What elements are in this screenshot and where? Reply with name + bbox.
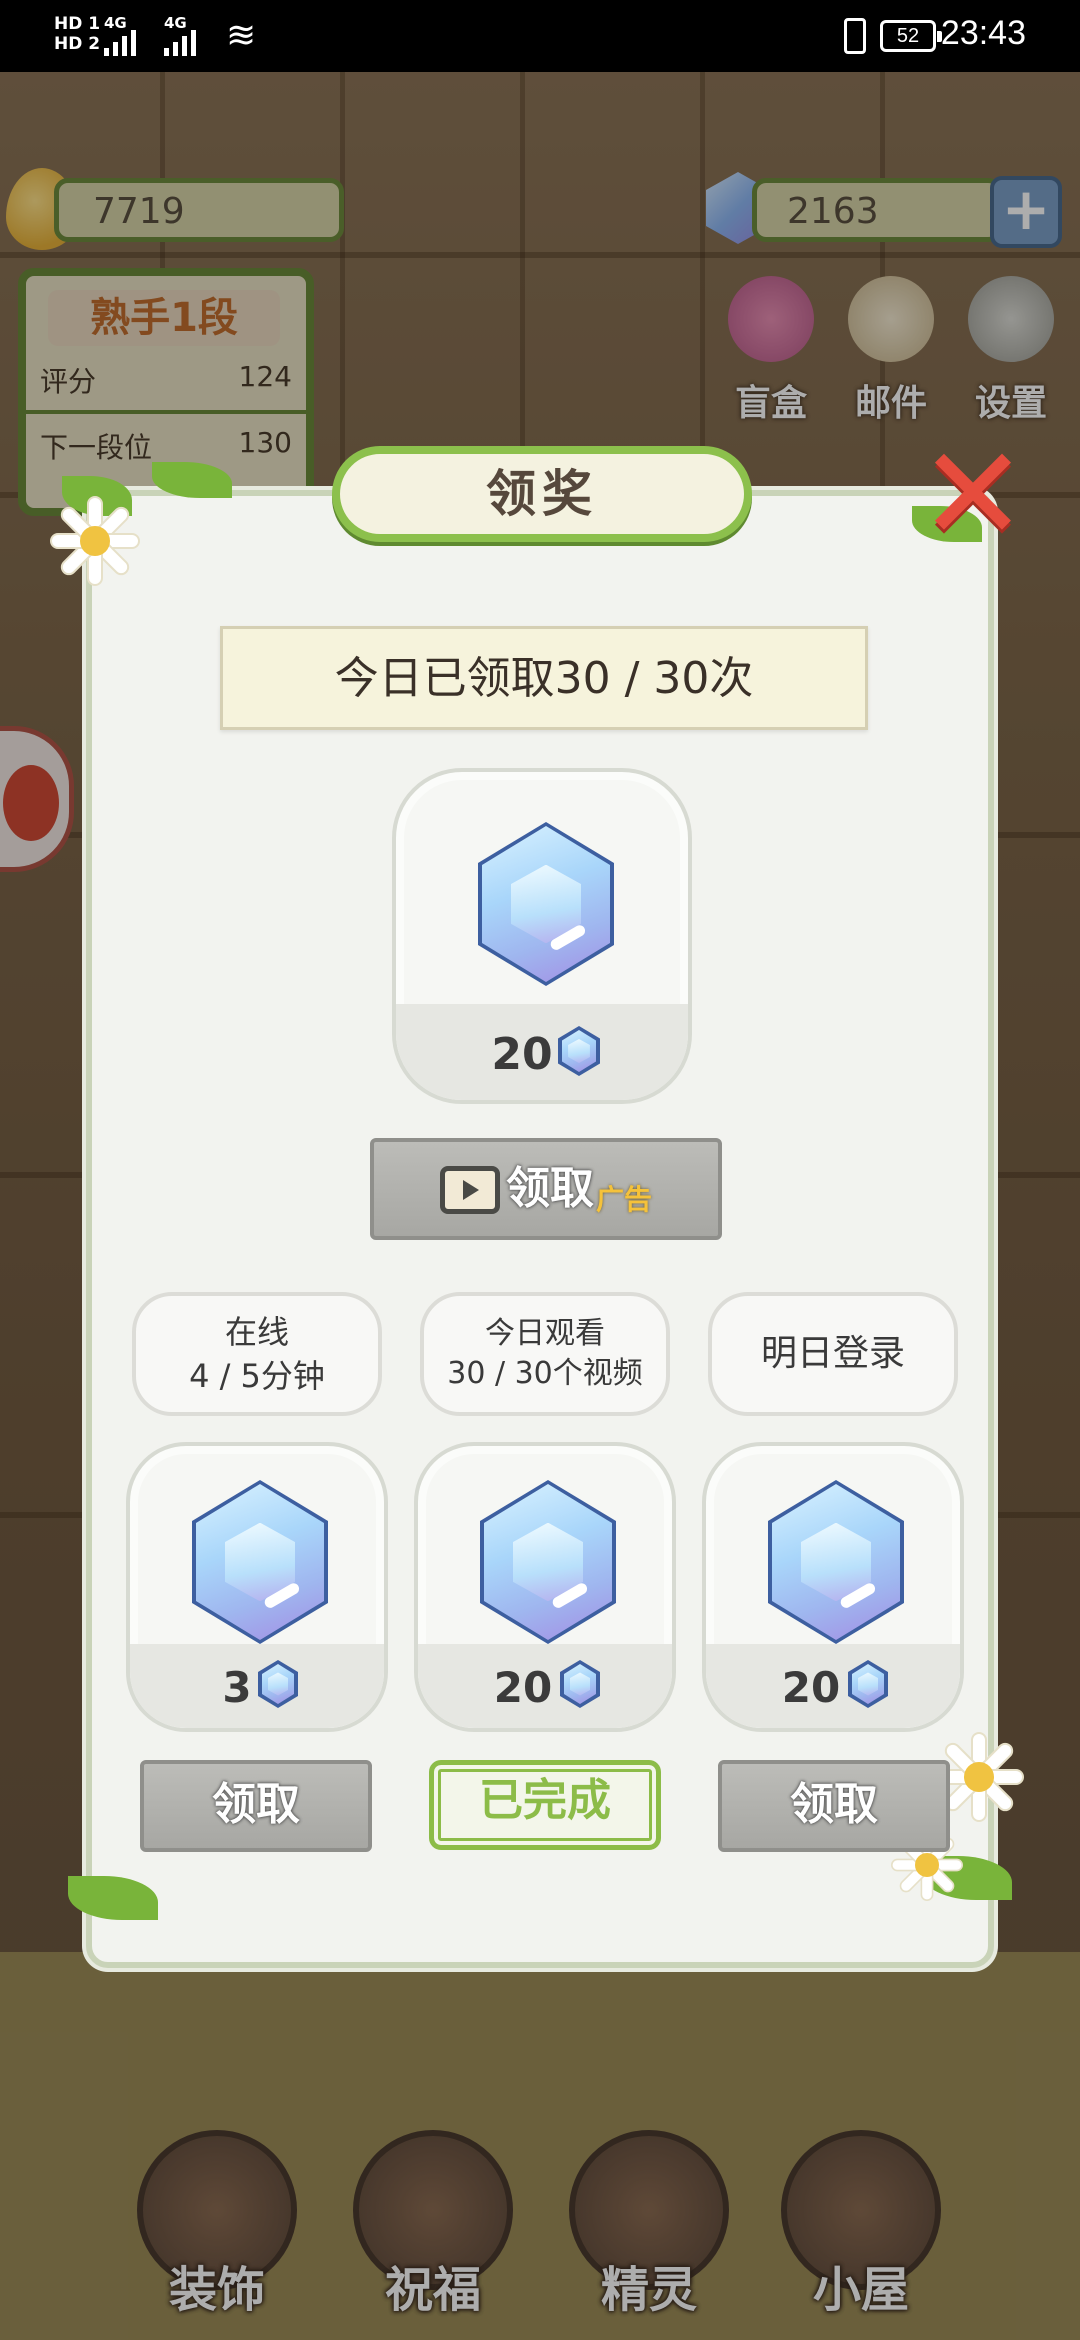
task-videos-title: 今日观看 <box>485 1316 605 1351</box>
claim-login-button[interactable]: 领取 <box>718 1760 950 1852</box>
sim2-label: HD 2 <box>54 34 101 54</box>
claim-online-button[interactable]: 领取 <box>140 1760 372 1852</box>
task-online-progress: 4 / 5分钟 <box>189 1357 325 1395</box>
wifi-icon: ≋ <box>226 15 257 56</box>
task-videos-reward-card: 20 <box>414 1442 676 1732</box>
sim-indicator: HD 1 HD 2 <box>54 14 100 54</box>
sim1-label: HD 1 <box>54 14 101 34</box>
gem-icon <box>192 1480 328 1644</box>
watch-ad-claim-button[interactable]: 领取 广告 <box>370 1138 722 1240</box>
videos-completed-button: 已完成 <box>429 1760 661 1850</box>
signal-bars-1-icon <box>104 30 136 56</box>
task-login-reward-amount: 20 <box>781 1663 841 1712</box>
main-reward-card: 20 <box>392 768 692 1104</box>
ad-tag: 广告 <box>596 1183 653 1216</box>
daisy-icon <box>50 496 140 586</box>
battery-icon: 52 <box>880 20 942 52</box>
task-videos-reward-amount: 20 <box>493 1663 553 1712</box>
close-button[interactable]: ✕ <box>918 429 1028 559</box>
task-watch-videos: 今日观看 30 / 30个视频 <box>420 1292 670 1416</box>
vibrate-icon <box>844 18 866 54</box>
dialog-title: 领奖 <box>486 465 598 523</box>
signal-bars-2-icon <box>164 30 196 56</box>
task-tomorrow-login: 明日登录 <box>708 1292 958 1416</box>
tv-icon <box>440 1166 500 1214</box>
task-online-reward-card: 3 <box>126 1442 388 1732</box>
task-online: 在线 4 / 5分钟 <box>132 1292 382 1416</box>
daily-claim-banner: 今日已领取30 / 30次 <box>220 626 868 730</box>
daily-claim-status: 今日已领取30 / 30次 <box>334 653 754 704</box>
reward-dialog: 领奖 ✕ 今日已领取30 / 30次 20 领取 广告 在线 4 / 5分钟 今… <box>50 429 1027 1968</box>
task-videos-progress: 30 / 30个视频 <box>447 1356 643 1391</box>
task-online-reward-amount: 3 <box>222 1663 252 1712</box>
clock: 23:43 <box>940 14 1026 52</box>
status-bar: HD 1 HD 2 4G 4G ≋ 52 23:43 <box>0 0 1080 72</box>
gem-icon <box>768 1480 904 1644</box>
task-login-reward-card: 20 <box>702 1442 964 1732</box>
gem-icon <box>478 822 614 986</box>
gem-icon <box>480 1480 616 1644</box>
ad-claim-label: 领取 <box>506 1163 594 1214</box>
task-login-title: 明日登录 <box>760 1333 905 1374</box>
task-online-title: 在线 <box>224 1313 289 1351</box>
main-reward-amount: 20 <box>491 1029 553 1080</box>
dialog-title-plate: 领奖 <box>332 446 752 542</box>
